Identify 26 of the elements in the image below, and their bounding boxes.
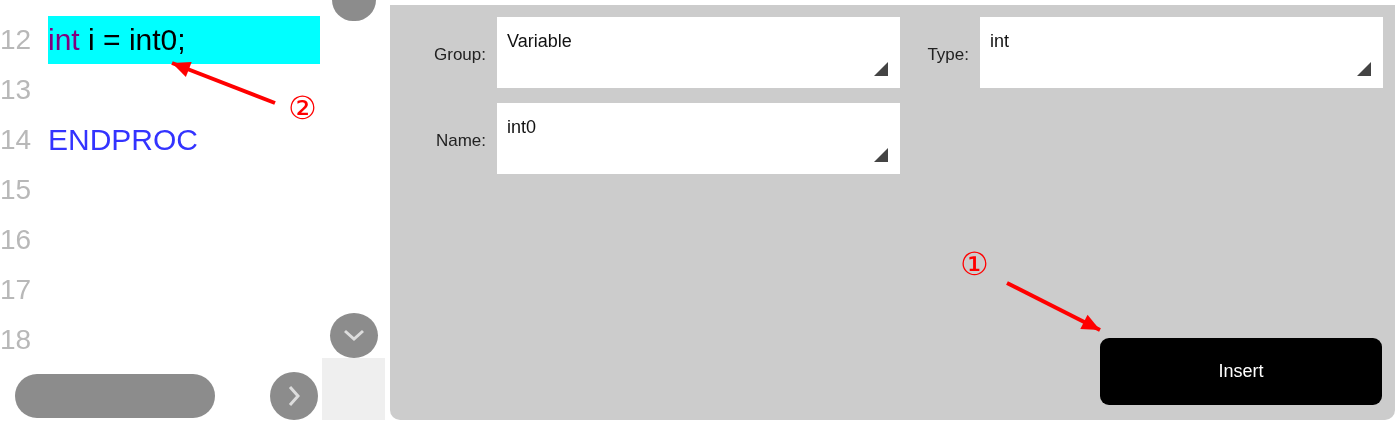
- field-label: Group:: [433, 44, 486, 66]
- insert-button[interactable]: Insert: [1100, 338, 1382, 405]
- dropdown-field[interactable]: int0: [497, 103, 900, 174]
- dropdown-field[interactable]: int: [980, 17, 1383, 88]
- chevron-down-icon: [342, 329, 365, 342]
- line-number: 15: [0, 174, 33, 206]
- field-label: Type:: [926, 44, 969, 66]
- scrollbar-thumb[interactable]: [15, 373, 215, 418]
- scrollbar-corner: [322, 357, 385, 420]
- dropdown-triangle-icon: [874, 148, 888, 162]
- scroll-up-button[interactable]: [331, 0, 376, 21]
- line-number: 14: [0, 124, 33, 156]
- annotation-number: ②: [288, 92, 317, 124]
- line-number: 12: [0, 24, 33, 56]
- dropdown-triangle-icon: [1357, 62, 1371, 76]
- annotation-number: ①: [960, 248, 989, 280]
- line-number: 16: [0, 224, 33, 256]
- scroll-right-button[interactable]: [270, 371, 318, 420]
- line-number: 13: [0, 74, 33, 106]
- dropdown-triangle-icon: [874, 62, 888, 76]
- line-number: 17: [0, 274, 33, 306]
- chevron-right-icon: [288, 384, 300, 407]
- field-label: Name:: [434, 130, 486, 152]
- dropdown-field[interactable]: Variable: [497, 17, 900, 88]
- line-number: 18: [0, 324, 33, 356]
- code-line: ENDPROC: [48, 122, 198, 158]
